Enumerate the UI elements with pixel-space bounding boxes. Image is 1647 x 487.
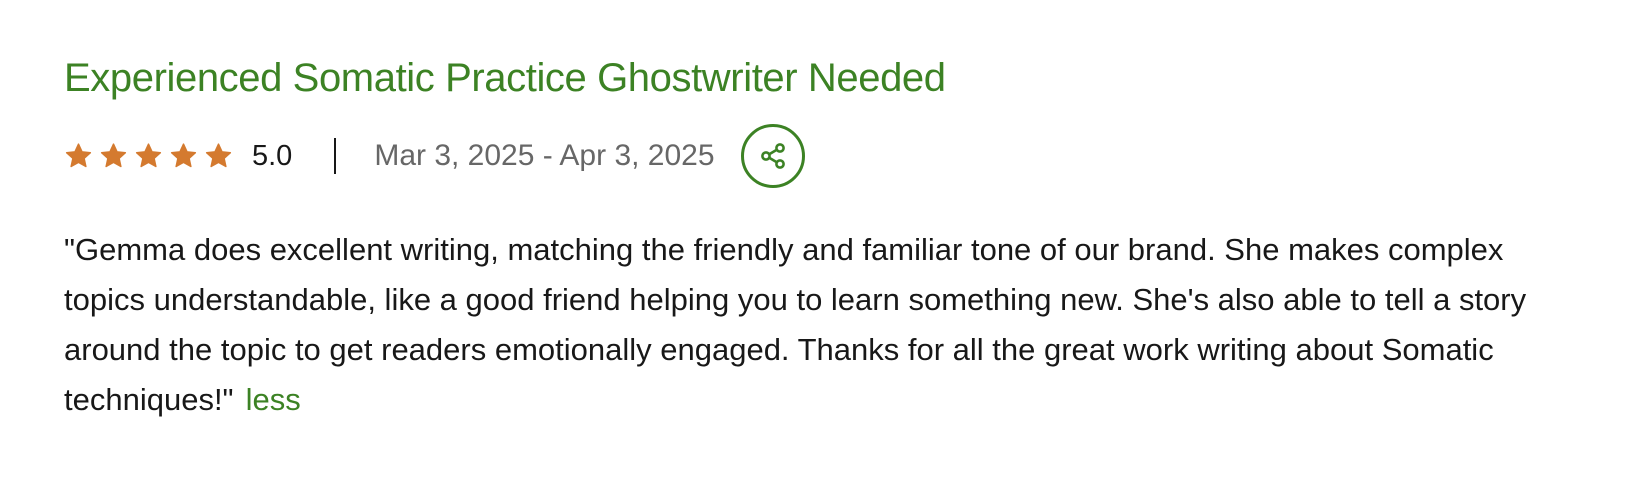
star-icon (204, 142, 233, 170)
review-text-block: "Gemma does excellent writing, matching … (64, 225, 1544, 425)
meta-divider (334, 138, 337, 174)
show-less-link[interactable]: less (246, 382, 301, 417)
star-icon (64, 142, 93, 170)
star-icon (99, 142, 128, 170)
review-card: Experienced Somatic Practice Ghostwriter… (0, 0, 1647, 487)
star-icon (169, 142, 198, 170)
rating-value: 5.0 (252, 140, 293, 172)
review-meta-row: 5.0 Mar 3, 2025 - Apr 3, 2025 (64, 120, 1647, 192)
job-title-link[interactable]: Experienced Somatic Practice Ghostwriter… (64, 50, 1647, 106)
star-icon (134, 142, 163, 170)
date-range: Mar 3, 2025 - Apr 3, 2025 (374, 139, 715, 172)
share-button[interactable] (740, 124, 805, 188)
share-icon (757, 140, 789, 172)
star-rating (64, 142, 233, 170)
